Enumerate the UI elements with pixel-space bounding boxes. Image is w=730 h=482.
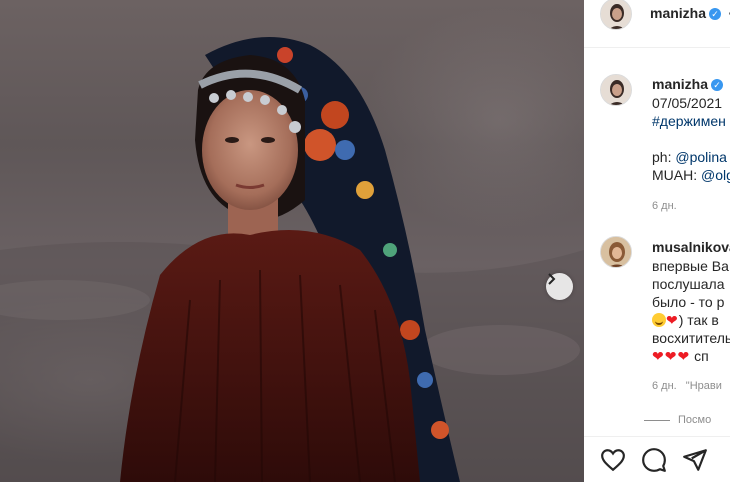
post-header: manizha✓ • (584, 0, 730, 48)
post-photo[interactable] (0, 0, 584, 482)
verified-badge-icon: ✓ (711, 79, 724, 91)
smile-emoji-icon (652, 313, 666, 327)
photo-credit-label: ph: (652, 149, 672, 165)
paper-plane-icon[interactable] (682, 447, 708, 473)
chevron-right-icon (548, 273, 556, 285)
photo-credit-handle[interactable]: @polina (675, 149, 727, 165)
avatar-image (601, 75, 631, 105)
header-username-text[interactable]: manizha (650, 5, 706, 21)
heart-emojis: ❤❤❤ (652, 348, 691, 364)
caption-age[interactable]: 6 дн. (652, 200, 677, 212)
heart-emoji: ❤ (666, 312, 679, 328)
action-bar (584, 436, 730, 482)
caption-date: 07/05/2021 (652, 95, 723, 111)
comment-username[interactable]: musalnikova (652, 239, 730, 255)
view-replies-link[interactable]: Посмо (678, 414, 711, 426)
caption-hashtag[interactable]: #держимен (652, 112, 726, 130)
caption-username[interactable]: manizha ✓ (652, 76, 724, 92)
avatar-image (601, 0, 631, 29)
comment-age[interactable]: 6 дн. (652, 380, 677, 392)
comment-reply-preview[interactable]: "Нрави (686, 380, 722, 392)
next-photo-button[interactable] (546, 273, 573, 300)
muah-label: MUAH: (652, 167, 698, 183)
muah-credit-line: MUAH: @olg (652, 166, 730, 184)
verified-badge-icon: ✓ (709, 8, 722, 20)
comment-line-6-text: сп (694, 348, 709, 364)
caption-username-text[interactable]: manizha (652, 76, 708, 92)
muah-handle[interactable]: @olg (701, 167, 730, 183)
caption-avatar[interactable] (600, 74, 632, 106)
comment-line-1: впервые Ва (652, 258, 729, 274)
commenter-avatar[interactable] (600, 236, 632, 268)
comment-line-3: было - то р (652, 294, 725, 310)
photo-credit-line: ph: @polina (652, 148, 727, 166)
photo-illustration (0, 37, 584, 482)
author-avatar[interactable] (600, 0, 632, 30)
comment-line-4: ❤) так в (652, 311, 719, 329)
header-username[interactable]: manizha✓ • (650, 5, 730, 21)
comment-line-2: послушала (652, 276, 725, 292)
comment-line-6: ❤❤❤ сп (652, 347, 709, 365)
avatar-image (601, 237, 631, 267)
view-replies-divider (644, 420, 670, 421)
comment-line-5: восхитительн (652, 330, 730, 346)
post-side-panel: manizha✓ • manizha✓ 07/05/2021 #держимен… (584, 0, 730, 482)
comment-line-4-text: ) так в (678, 312, 719, 328)
speech-bubble-icon[interactable] (641, 447, 667, 473)
heart-outline-icon[interactable] (600, 447, 626, 473)
comment-meta: 6 дн. "Нрави (652, 380, 722, 392)
